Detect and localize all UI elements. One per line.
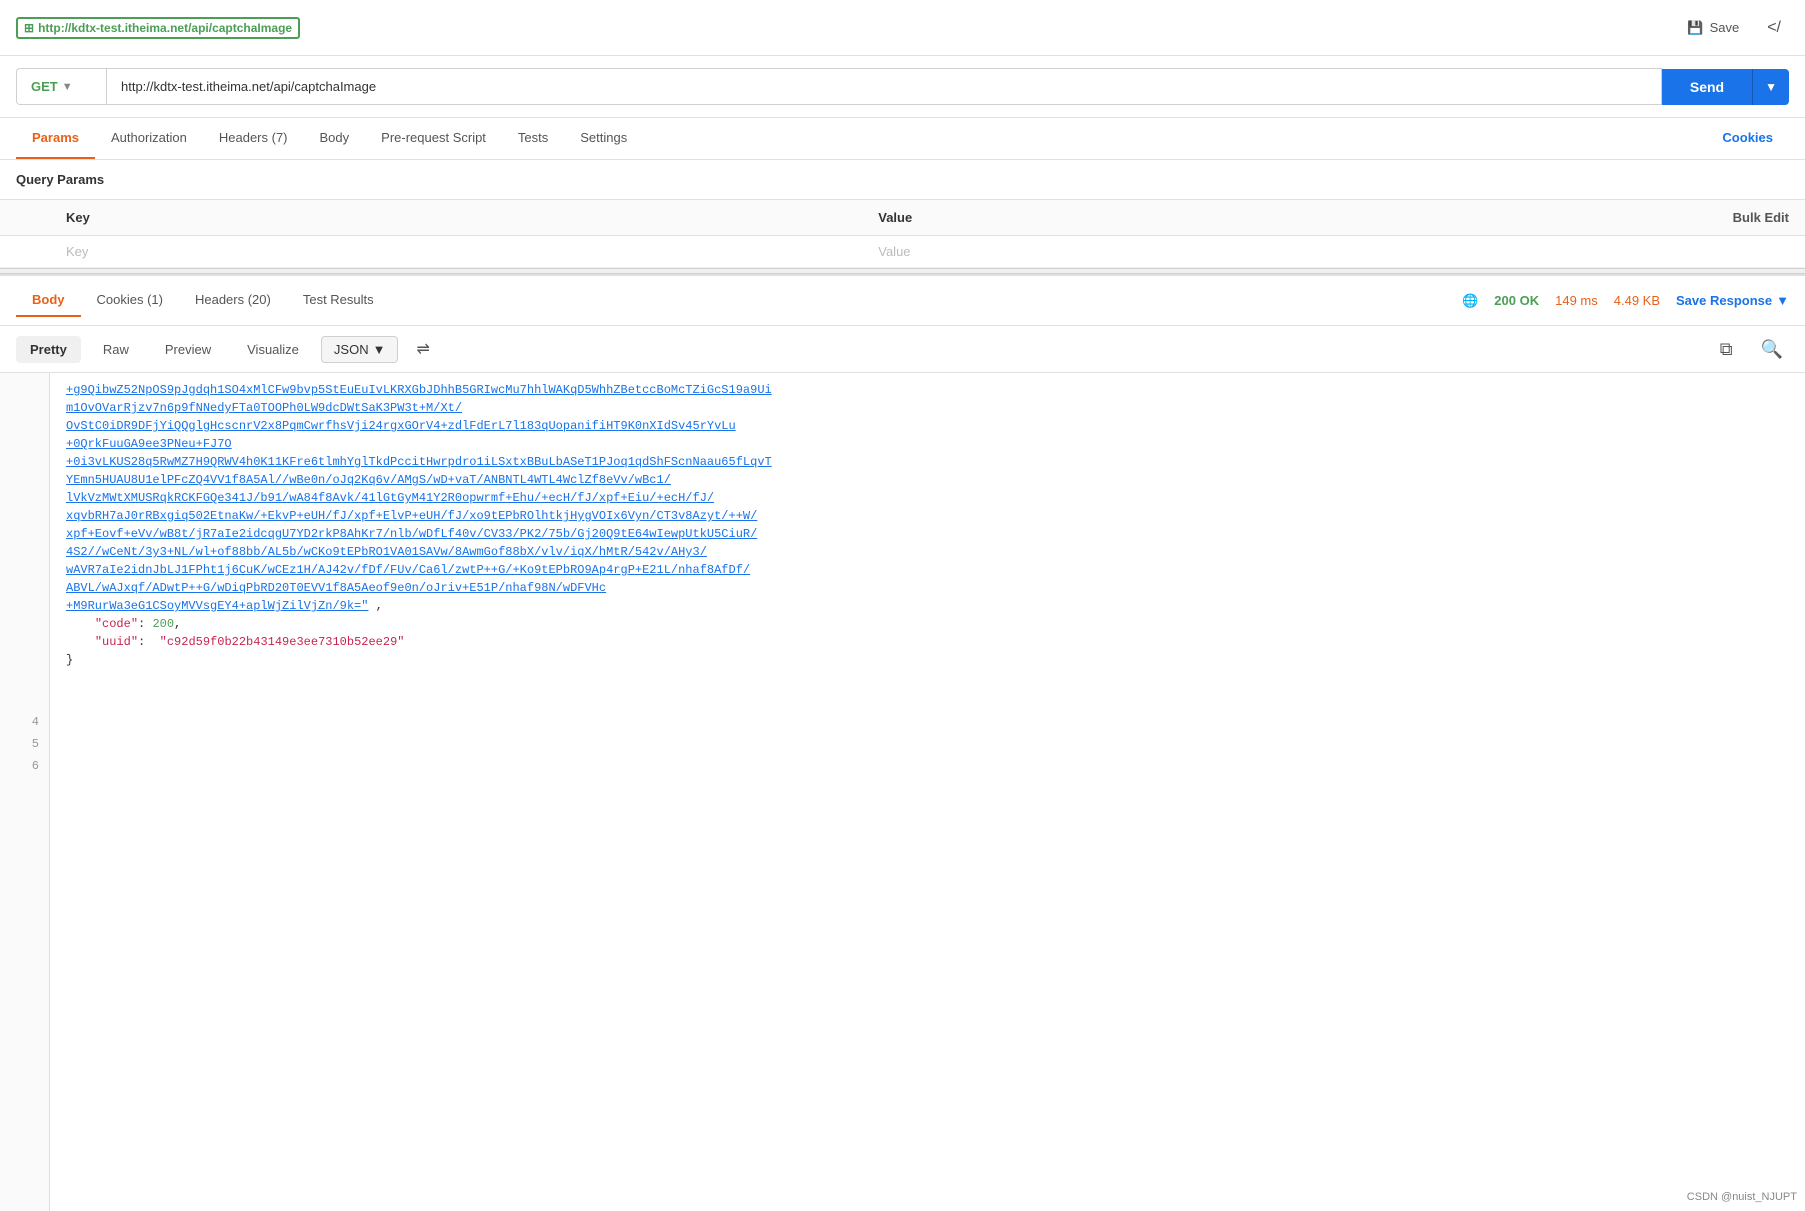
response-tabs-bar: Body Cookies (1) Headers (20) Test Resul…	[0, 274, 1805, 326]
line-num-1	[0, 381, 49, 403]
save-response-button[interactable]: Save Response ▼	[1676, 293, 1789, 308]
params-row-key[interactable]: Key	[50, 236, 862, 268]
tab-headers[interactable]: Headers (7)	[203, 118, 304, 159]
main-container: ⊞ http://kdtx-test.itheima.net/api/captc…	[0, 0, 1805, 1211]
table-row: Key Value	[0, 236, 1805, 268]
wrap-icon[interactable]: ⇌	[406, 334, 439, 364]
line-num-4	[0, 447, 49, 469]
status-time: 149 ms	[1555, 293, 1598, 308]
save-icon: 💾	[1687, 20, 1703, 36]
line-num-5	[0, 469, 49, 491]
http-badge: ⊞ http://kdtx-test.itheima.net/api/captc…	[16, 17, 300, 39]
line-num-2	[0, 403, 49, 425]
method-arrow-icon: ▼	[62, 81, 73, 93]
params-check-header	[0, 200, 50, 236]
line-num-14	[0, 667, 49, 689]
response-status-area: 🌐 200 OK 149 ms 4.49 KB Save Response ▼	[1462, 293, 1789, 309]
tab-body[interactable]: Body	[304, 118, 366, 159]
request-bar: GET ▼ Send ▼	[0, 56, 1805, 118]
format-visualize-button[interactable]: Visualize	[233, 336, 313, 363]
line-num-6	[0, 491, 49, 513]
url-label: http://kdtx-test.itheima.net/api/captcha…	[38, 21, 292, 35]
tab-cookies[interactable]: Cookies	[1706, 118, 1789, 159]
search-icon[interactable]: 🔍	[1755, 335, 1789, 364]
tab-params[interactable]: Params	[16, 118, 95, 159]
tab-authorization[interactable]: Authorization	[95, 118, 203, 159]
send-button[interactable]: Send	[1662, 69, 1752, 105]
params-row-extra	[1675, 236, 1805, 268]
line-num-8	[0, 535, 49, 557]
response-tab-body[interactable]: Body	[16, 284, 81, 317]
format-bar: Pretty Raw Preview Visualize JSON ▼ ⇌ ⧉ …	[0, 326, 1805, 373]
copy-icon[interactable]: ⧉	[1714, 335, 1739, 364]
watermark: CSDN @nuist_NJUPT	[1687, 1191, 1797, 1203]
line-numbers: 4 5 6	[0, 373, 50, 1211]
line-num-9	[0, 557, 49, 579]
tab-pre-request-script[interactable]: Pre-request Script	[365, 118, 502, 159]
line-num-13	[0, 645, 49, 667]
format-raw-button[interactable]: Raw	[89, 336, 143, 363]
params-row-check	[0, 236, 50, 268]
line-num-7	[0, 513, 49, 535]
send-btn-group: Send ▼	[1662, 69, 1789, 105]
url-input[interactable]	[106, 68, 1662, 105]
line-num-4-label: 4	[0, 711, 49, 733]
line-num-11	[0, 601, 49, 623]
top-bar: ⊞ http://kdtx-test.itheima.net/api/captc…	[0, 0, 1805, 56]
request-tabs-bar: Params Authorization Headers (7) Body Pr…	[0, 118, 1805, 160]
line-num-10	[0, 579, 49, 601]
save-response-arrow-icon: ▼	[1776, 293, 1789, 308]
method-label: GET	[31, 79, 58, 94]
line-num-12	[0, 623, 49, 645]
params-bulk-edit-header[interactable]: Bulk Edit	[1675, 200, 1805, 236]
http-icon: ⊞	[24, 21, 34, 35]
code-icon[interactable]: </	[1759, 15, 1789, 41]
query-params-title: Query Params	[0, 160, 1805, 199]
params-key-header: Key	[50, 200, 862, 236]
query-params-section: Query Params Key Value Bulk Edit Key Val…	[0, 160, 1805, 268]
tab-tests[interactable]: Tests	[502, 118, 564, 159]
globe-icon: 🌐	[1462, 293, 1478, 309]
status-ok-badge: 200 OK	[1494, 293, 1539, 308]
line-num-6-label: 6	[0, 755, 49, 777]
format-type-select[interactable]: JSON ▼	[321, 336, 399, 363]
format-preview-button[interactable]: Preview	[151, 336, 225, 363]
save-label: Save	[1710, 20, 1740, 35]
format-pretty-button[interactable]: Pretty	[16, 336, 81, 363]
response-tab-test-results[interactable]: Test Results	[287, 284, 390, 317]
code-content[interactable]: +g9QibwZ52NpOS9pJgdqh1SO4xMlCFw9bvp5StEu…	[50, 373, 1805, 1211]
response-tab-headers[interactable]: Headers (20)	[179, 284, 287, 317]
method-selector[interactable]: GET ▼	[16, 68, 106, 105]
line-num-3	[0, 425, 49, 447]
status-size: 4.49 KB	[1614, 293, 1660, 308]
format-select-arrow-icon: ▼	[373, 342, 386, 357]
line-num-15	[0, 689, 49, 711]
save-button[interactable]: 💾 Save	[1677, 14, 1749, 42]
params-value-header: Value	[862, 200, 1674, 236]
send-dropdown-button[interactable]: ▼	[1752, 69, 1789, 105]
response-content: 4 5 6 +g9QibwZ52NpOS9pJgdqh1SO4xMlCFw9bv…	[0, 373, 1805, 1211]
tab-settings[interactable]: Settings	[564, 118, 643, 159]
response-tab-cookies[interactable]: Cookies (1)	[81, 284, 179, 317]
format-type-label: JSON	[334, 342, 369, 357]
params-row-value[interactable]: Value	[862, 236, 1674, 268]
save-response-label: Save Response	[1676, 293, 1772, 308]
params-table: Key Value Bulk Edit Key Value	[0, 199, 1805, 268]
line-num-5-label: 5	[0, 733, 49, 755]
